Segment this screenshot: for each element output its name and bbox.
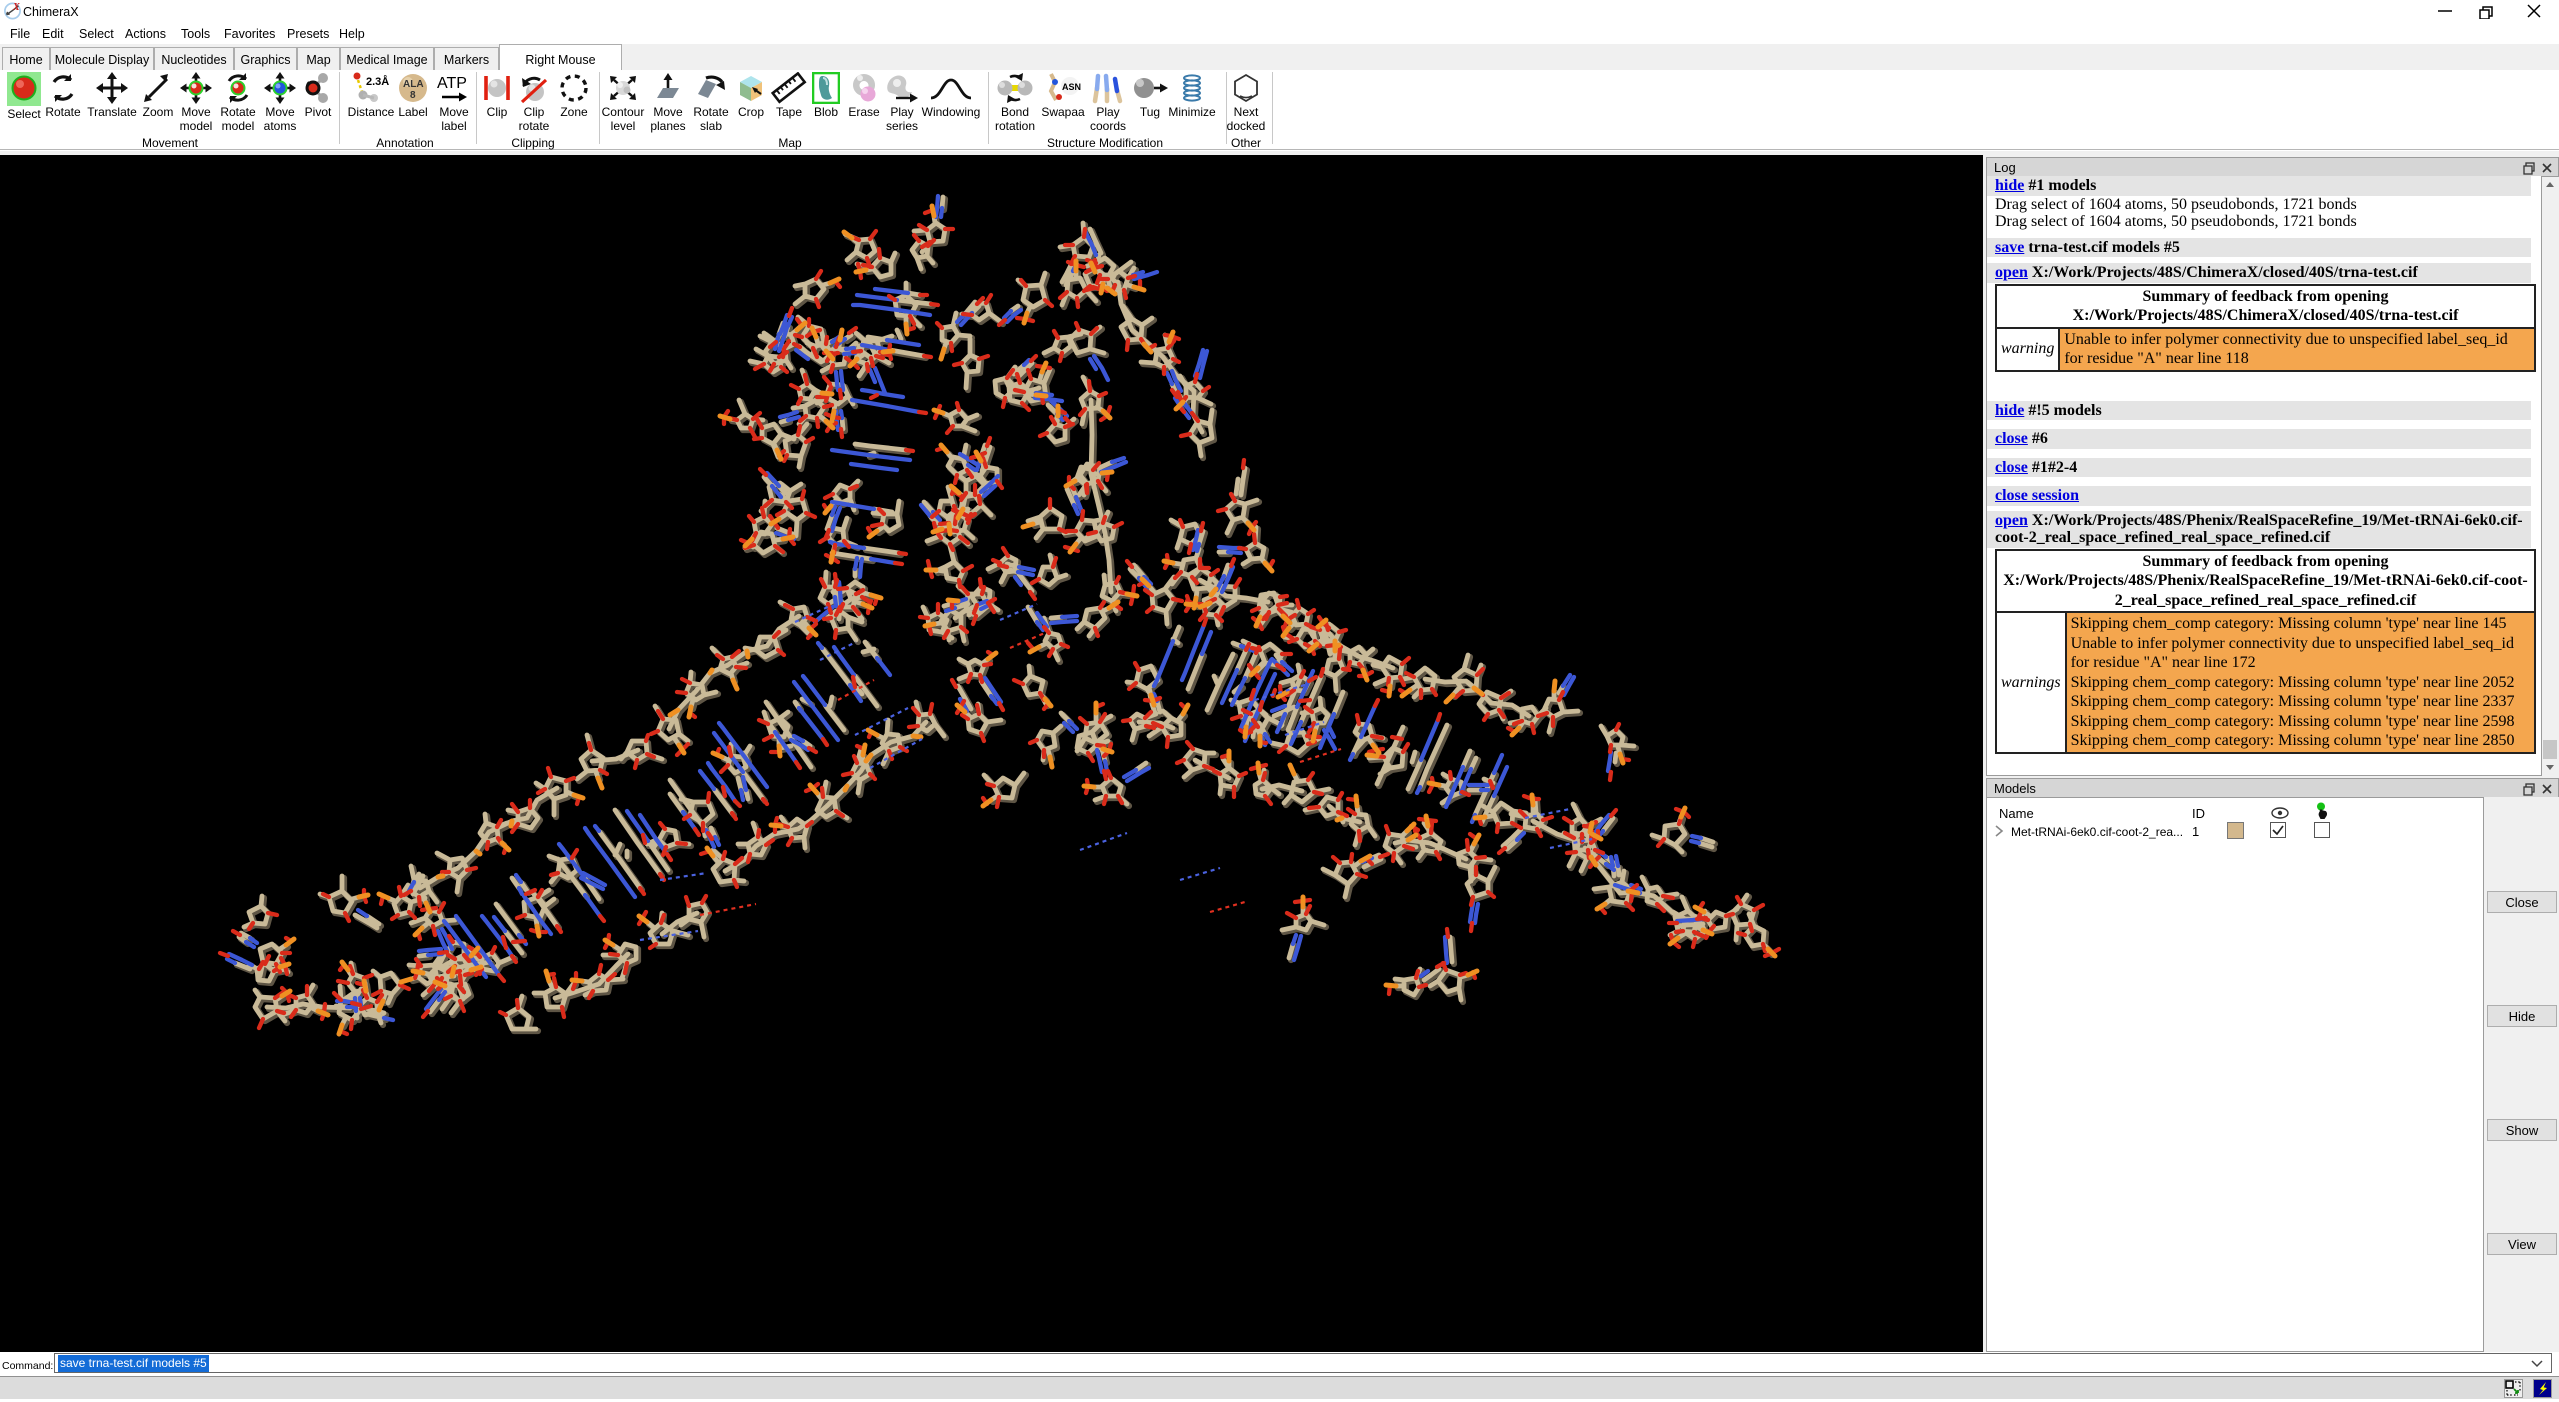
svg-text:ATP: ATP [437, 75, 467, 92]
svg-text:2.3Å: 2.3Å [366, 75, 389, 88]
svg-text:X: X [12, 2, 20, 13]
svg-text:8: 8 [410, 90, 416, 101]
svg-text:ASN: ASN [1062, 82, 1081, 92]
svg-text:ALA: ALA [403, 79, 424, 90]
